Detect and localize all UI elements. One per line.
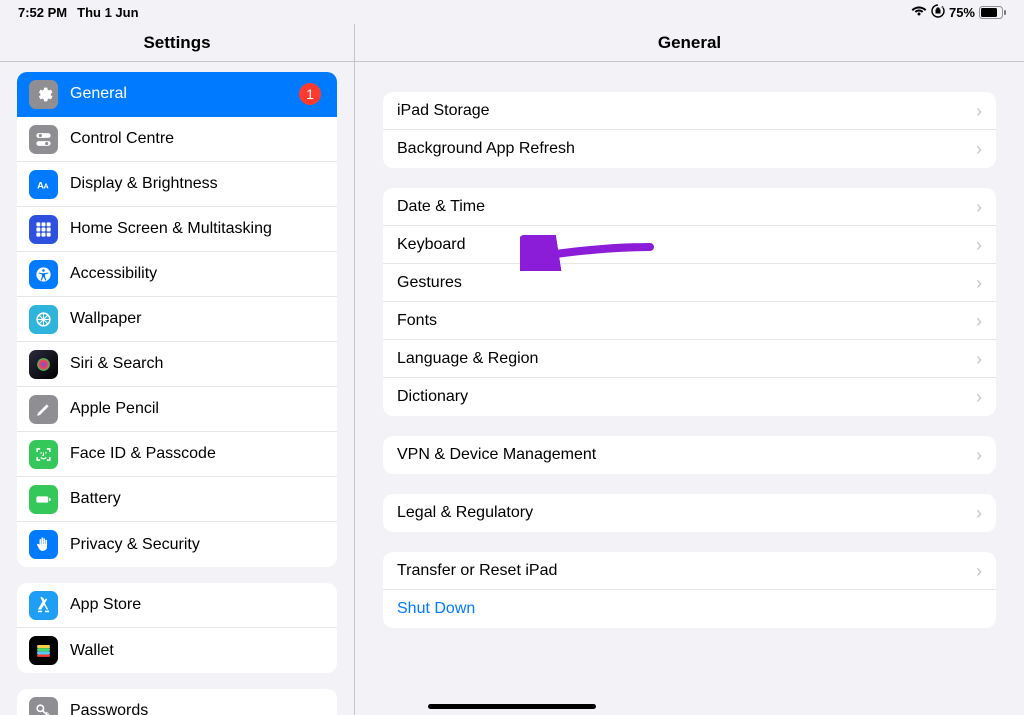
chevron-right-icon: ›: [976, 312, 982, 330]
detail-item-label: Dictionary: [397, 388, 468, 406]
detail-item-dictionary[interactable]: Dictionary ›: [383, 378, 996, 416]
status-bar: 7:52 PM Thu 1 Jun 75%: [0, 0, 1024, 24]
text-size-icon: AA: [29, 170, 58, 199]
detail-item-fonts[interactable]: Fonts ›: [383, 302, 996, 340]
wifi-icon: [911, 5, 927, 20]
detail-item-label: Keyboard: [397, 236, 466, 254]
detail-item-label: Legal & Regulatory: [397, 504, 533, 522]
detail-pane[interactable]: General iPad Storage › Background App Re…: [355, 24, 1024, 715]
detail-item-label: iPad Storage: [397, 102, 490, 120]
wallpaper-icon: [29, 305, 58, 334]
settings-sidebar[interactable]: Settings General 1 Control Centre AA: [0, 24, 355, 715]
sidebar-item-label: Wallpaper: [70, 310, 325, 328]
sidebar-item-wallet[interactable]: Wallet: [17, 628, 337, 673]
sidebar-item-label: Control Centre: [70, 130, 325, 148]
sidebar-item-wallpaper[interactable]: Wallpaper: [17, 297, 337, 342]
wallet-icon: [29, 636, 58, 665]
hand-icon: [29, 530, 58, 559]
detail-item-label: Background App Refresh: [397, 140, 575, 158]
chevron-right-icon: ›: [976, 198, 982, 216]
sidebar-item-home-screen[interactable]: Home Screen & Multitasking: [17, 207, 337, 252]
battery-percent: 75%: [949, 5, 975, 20]
detail-item-legal-regulatory[interactable]: Legal & Regulatory ›: [383, 494, 996, 532]
detail-title: General: [355, 24, 1024, 62]
chevron-right-icon: ›: [976, 102, 982, 120]
status-date: Thu 1 Jun: [77, 5, 138, 20]
sidebar-item-app-store[interactable]: App Store: [17, 583, 337, 628]
sidebar-item-accessibility[interactable]: Accessibility: [17, 252, 337, 297]
sidebar-item-label: Display & Brightness: [70, 175, 325, 193]
key-icon: [29, 697, 58, 715]
orientation-lock-icon: [931, 4, 945, 21]
battery-icon: [979, 6, 1006, 19]
sidebar-item-label: Apple Pencil: [70, 400, 325, 418]
detail-item-vpn-device-management[interactable]: VPN & Device Management ›: [383, 436, 996, 474]
svg-text:A: A: [44, 182, 49, 190]
detail-item-ipad-storage[interactable]: iPad Storage ›: [383, 92, 996, 130]
app-grid-icon: [29, 215, 58, 244]
chevron-right-icon: ›: [976, 446, 982, 464]
sidebar-item-label: App Store: [70, 596, 325, 614]
chevron-right-icon: ›: [976, 562, 982, 580]
battery-setting-icon: [29, 485, 58, 514]
detail-item-label: Gestures: [397, 274, 462, 292]
sidebar-title: Settings: [0, 24, 354, 62]
sidebar-item-faceid-passcode[interactable]: Face ID & Passcode: [17, 432, 337, 477]
detail-item-label: Date & Time: [397, 198, 485, 216]
detail-item-label: Shut Down: [397, 600, 475, 618]
sidebar-item-label: Face ID & Passcode: [70, 445, 325, 463]
detail-item-label: Fonts: [397, 312, 437, 330]
sidebar-item-siri[interactable]: Siri & Search: [17, 342, 337, 387]
sliders-icon: [29, 125, 58, 154]
notification-badge: 1: [299, 83, 321, 105]
detail-item-label: VPN & Device Management: [397, 446, 596, 464]
detail-item-shut-down[interactable]: Shut Down: [383, 590, 996, 628]
pencil-icon: [29, 395, 58, 424]
sidebar-item-label: Passwords: [70, 702, 325, 715]
sidebar-item-label: General: [70, 85, 287, 103]
sidebar-item-label: Home Screen & Multitasking: [70, 220, 325, 238]
faceid-icon: [29, 440, 58, 469]
chevron-right-icon: ›: [976, 236, 982, 254]
chevron-right-icon: ›: [976, 274, 982, 292]
sidebar-item-label: Wallet: [70, 642, 325, 660]
sidebar-item-label: Battery: [70, 490, 325, 508]
detail-item-transfer-reset[interactable]: Transfer or Reset iPad ›: [383, 552, 996, 590]
sidebar-item-passwords[interactable]: Passwords: [17, 689, 337, 715]
accessibility-icon: [29, 260, 58, 289]
app-store-icon: [29, 591, 58, 620]
detail-item-label: Transfer or Reset iPad: [397, 562, 557, 580]
siri-icon: [29, 350, 58, 379]
chevron-right-icon: ›: [976, 388, 982, 406]
sidebar-item-general[interactable]: General 1: [17, 72, 337, 117]
detail-item-date-time[interactable]: Date & Time ›: [383, 188, 996, 226]
sidebar-item-label: Privacy & Security: [70, 536, 325, 554]
sidebar-item-label: Accessibility: [70, 265, 325, 283]
status-time: 7:52 PM: [18, 5, 67, 20]
chevron-right-icon: ›: [976, 350, 982, 368]
detail-item-language-region[interactable]: Language & Region ›: [383, 340, 996, 378]
sidebar-item-apple-pencil[interactable]: Apple Pencil: [17, 387, 337, 432]
detail-item-label: Language & Region: [397, 350, 538, 368]
gear-icon: [29, 80, 58, 109]
sidebar-item-privacy-security[interactable]: Privacy & Security: [17, 522, 337, 567]
home-indicator[interactable]: [428, 704, 596, 709]
detail-item-background-app-refresh[interactable]: Background App Refresh ›: [383, 130, 996, 168]
sidebar-item-label: Siri & Search: [70, 355, 325, 373]
detail-item-keyboard[interactable]: Keyboard ›: [383, 226, 996, 264]
status-right-cluster: 75%: [911, 4, 1006, 21]
detail-item-gestures[interactable]: Gestures ›: [383, 264, 996, 302]
sidebar-item-control-centre[interactable]: Control Centre: [17, 117, 337, 162]
sidebar-item-battery[interactable]: Battery: [17, 477, 337, 522]
chevron-right-icon: ›: [976, 140, 982, 158]
chevron-right-icon: ›: [976, 504, 982, 522]
sidebar-item-display-brightness[interactable]: AA Display & Brightness: [17, 162, 337, 207]
